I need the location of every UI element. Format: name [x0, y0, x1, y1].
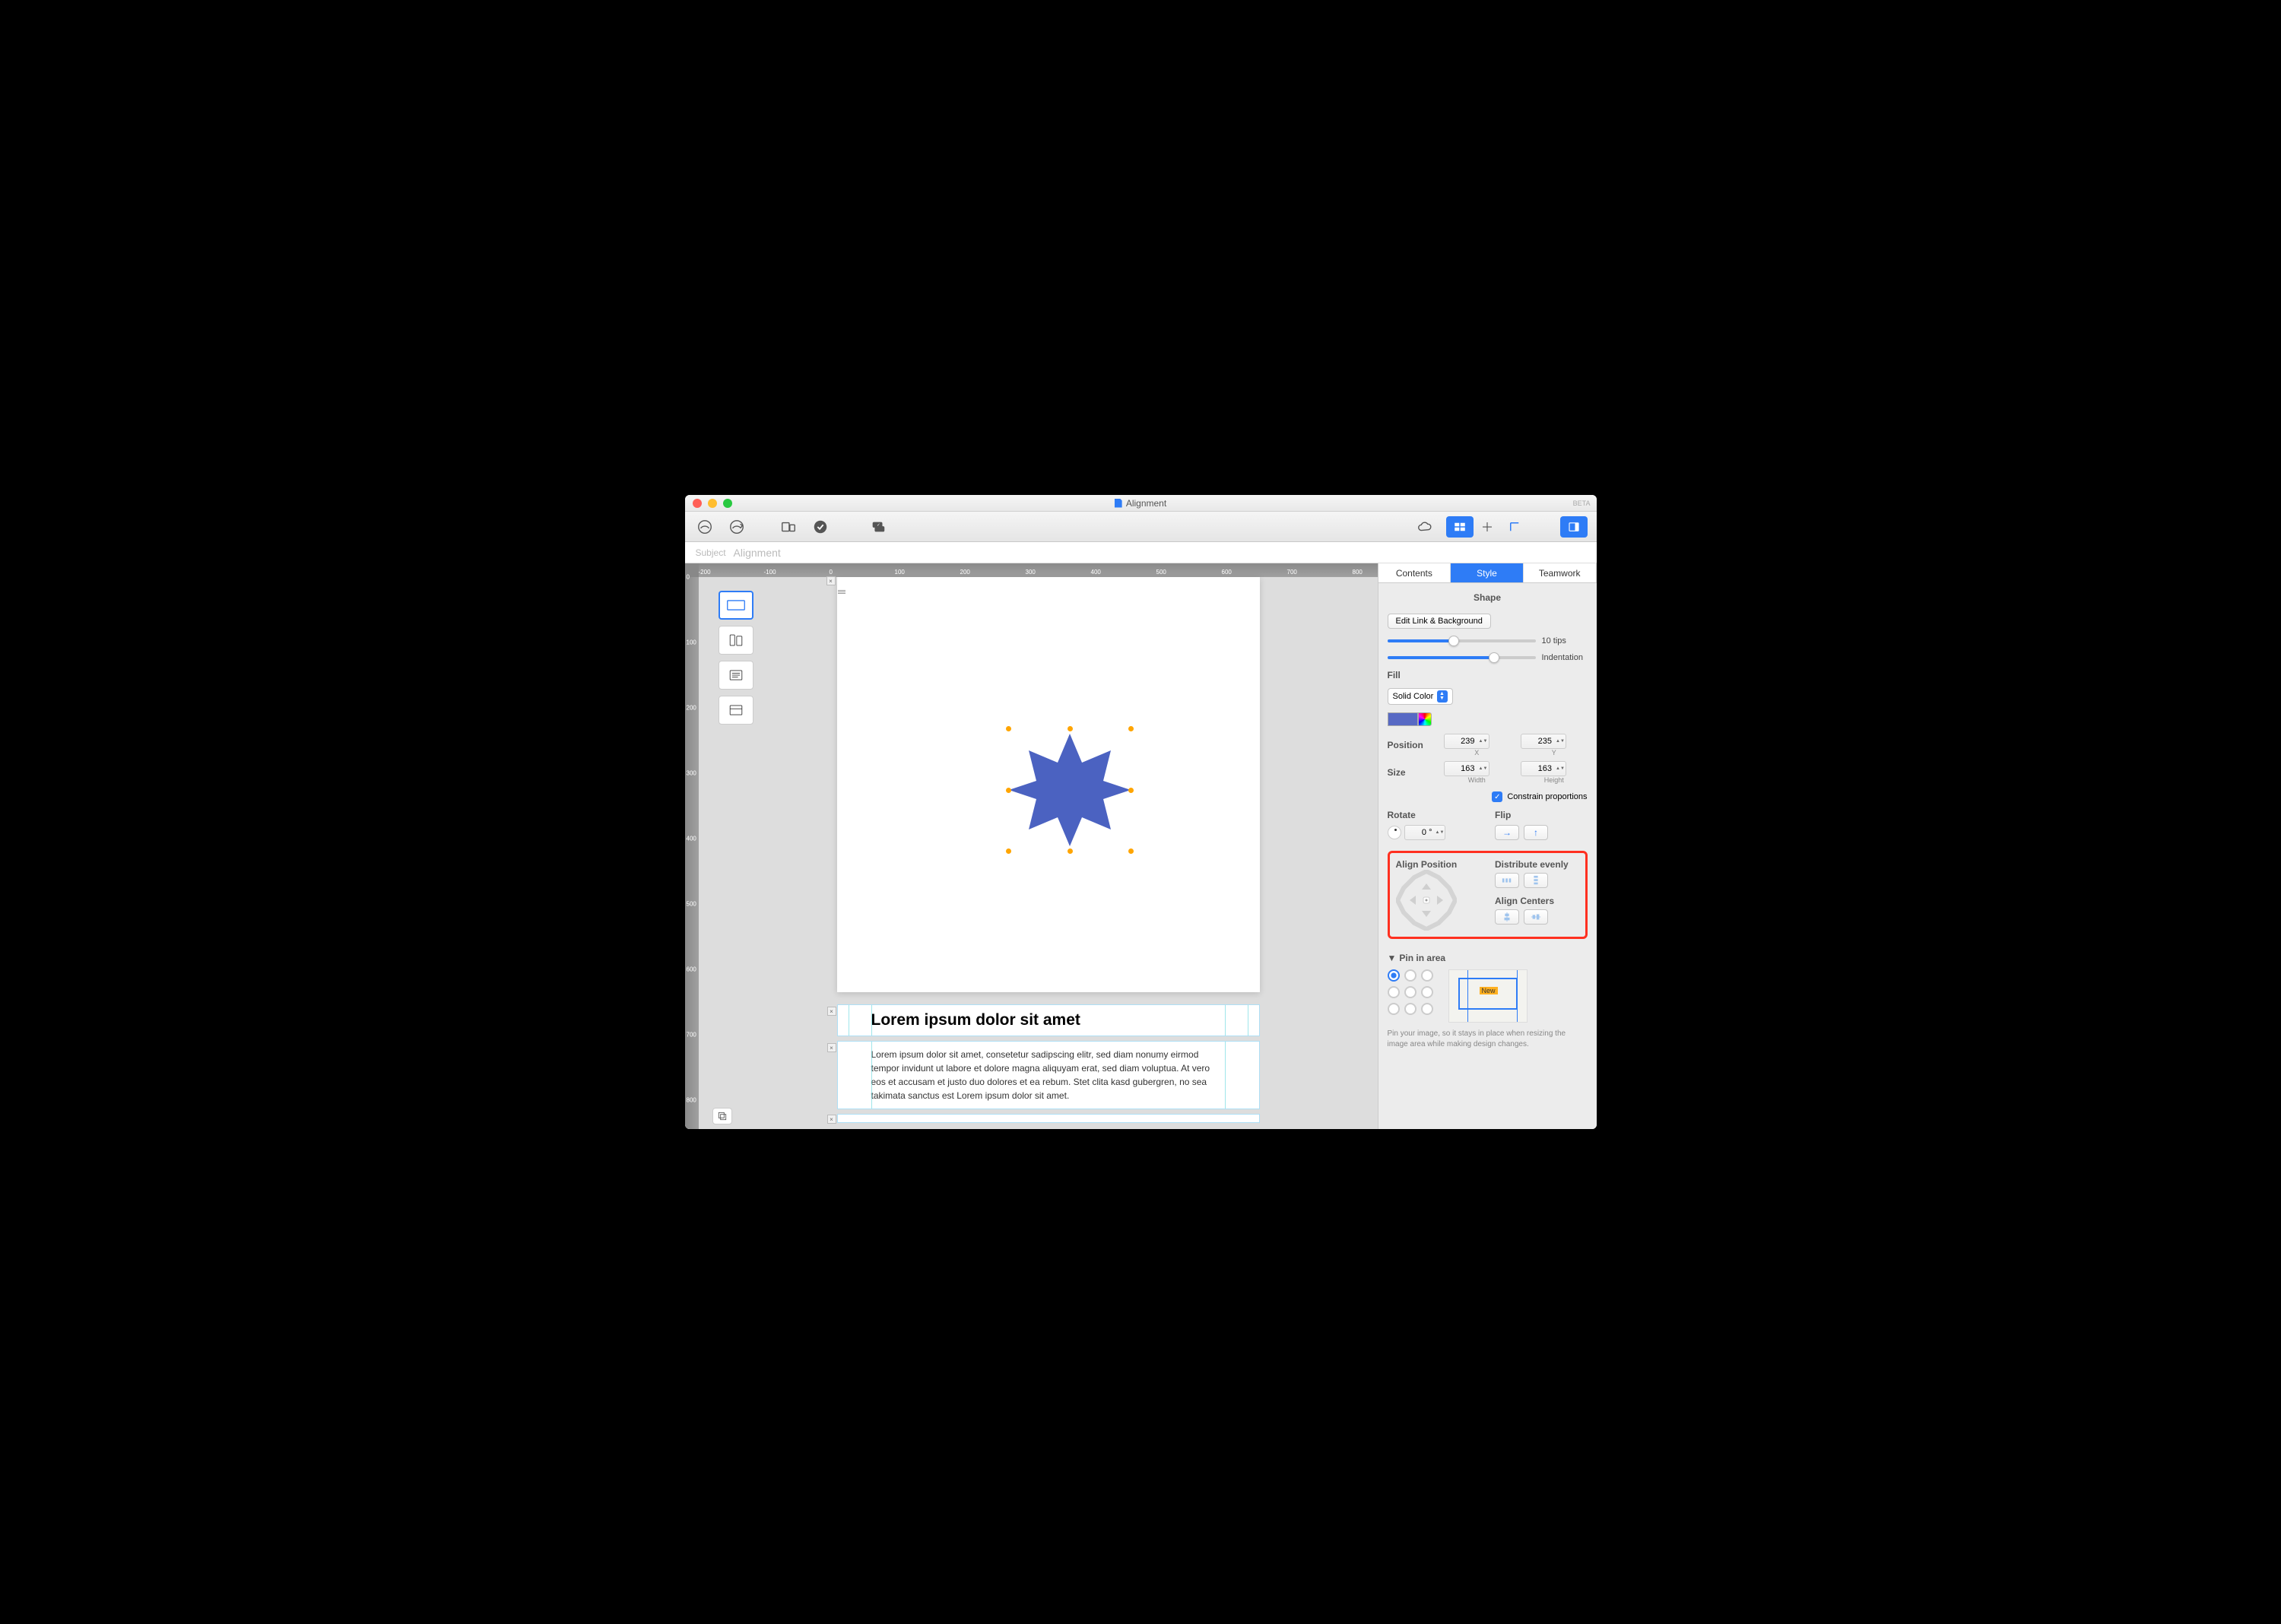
rotate-label: Rotate	[1388, 810, 1480, 820]
fill-color-swatch[interactable]	[1388, 712, 1418, 726]
ruler-vertical[interactable]: 0100200300400500600700800	[685, 577, 699, 1129]
pin-anchor-grid[interactable]	[1388, 969, 1435, 1017]
cloud-button[interactable]	[1414, 516, 1436, 538]
beta-badge: BETA	[1573, 500, 1591, 507]
artboard-close[interactable]: ×	[826, 576, 836, 585]
preview-button[interactable]	[694, 516, 715, 538]
layers-button[interactable]	[712, 1108, 732, 1124]
indentation-slider[interactable]	[1388, 656, 1536, 659]
block-close[interactable]: ×	[827, 1115, 836, 1124]
toolbar: ✓	[685, 512, 1597, 542]
window-title: Alignment	[1126, 498, 1166, 509]
devices-button[interactable]	[778, 516, 799, 538]
zoom-window[interactable]	[723, 499, 732, 508]
app-window: Alignment BETA ✓ Subject Alignment -200-…	[685, 495, 1597, 1129]
align-position-wheel[interactable]	[1396, 870, 1457, 931]
fill-label: Fill	[1388, 670, 1588, 680]
tips-label: 10 tips	[1542, 636, 1588, 645]
pin-preview: New	[1448, 969, 1528, 1023]
heading-block[interactable]: × Lorem ipsum dolor sit amet	[837, 1004, 1260, 1036]
chevron-down-icon: ▼	[1388, 953, 1397, 963]
send-button[interactable]	[726, 516, 747, 538]
comments-button[interactable]: ✓	[868, 516, 889, 538]
inspector-panel: Contents Style Teamwork Shape Edit Link …	[1378, 563, 1597, 1129]
position-x-input[interactable]: ▲▼	[1444, 734, 1489, 749]
approve-button[interactable]	[810, 516, 831, 538]
svg-text:✓: ✓	[877, 523, 880, 528]
panel-toggle[interactable]	[1560, 516, 1588, 538]
pin-disclosure[interactable]: ▼Pin in area	[1388, 953, 1588, 963]
position-y-input[interactable]: ▲▼	[1521, 734, 1566, 749]
size-width-input[interactable]: ▲▼	[1444, 761, 1489, 776]
align-center-horizontal-button[interactable]	[1524, 909, 1548, 925]
close-window[interactable]	[693, 499, 702, 508]
constrain-label: Constrain proportions	[1507, 792, 1587, 801]
artboard-list	[719, 591, 753, 725]
pin-help-text: Pin your image, so it stays in place whe…	[1388, 1029, 1588, 1050]
position-label: Position	[1388, 740, 1433, 750]
align-section-highlight: Align Position	[1388, 851, 1588, 939]
inspector-style-toggle[interactable]	[1446, 516, 1474, 538]
empty-block[interactable]: ×	[837, 1114, 1260, 1123]
minimize-window[interactable]	[708, 499, 717, 508]
rotate-dial[interactable]	[1388, 826, 1401, 839]
block-close[interactable]: ×	[827, 1043, 836, 1052]
size-label: Size	[1388, 767, 1433, 778]
edit-link-button[interactable]: Edit Link & Background	[1388, 614, 1491, 629]
rotate-input[interactable]: ▲▼	[1404, 825, 1445, 840]
color-picker-button[interactable]	[1418, 712, 1432, 726]
heading-text[interactable]: Lorem ipsum dolor sit amet	[861, 1005, 1259, 1036]
tab-style[interactable]: Style	[1451, 563, 1524, 582]
artboard-browser[interactable]	[719, 696, 753, 725]
canvas-area[interactable]: -200-1000100200300400500600700800 010020…	[685, 563, 1378, 1129]
inspector-guide-toggle[interactable]	[1501, 516, 1528, 538]
subject-value[interactable]: Alignment	[734, 547, 781, 559]
artboard-desktop[interactable]	[719, 591, 753, 620]
document-icon	[1115, 499, 1122, 508]
tab-contents[interactable]: Contents	[1378, 563, 1451, 582]
subject-bar: Subject Alignment	[685, 542, 1597, 563]
fill-type-select[interactable]: Solid Color▲▼	[1388, 688, 1453, 705]
artboard-text[interactable]	[719, 661, 753, 690]
tab-teamwork[interactable]: Teamwork	[1524, 563, 1597, 582]
size-height-input[interactable]: ▲▼	[1521, 761, 1566, 776]
artboard-mobile[interactable]	[719, 626, 753, 655]
distribute-vertical-button[interactable]	[1524, 873, 1548, 888]
artboard[interactable]: ×	[837, 577, 1260, 992]
align-position-label: Align Position	[1396, 859, 1480, 870]
titlebar: Alignment BETA	[685, 495, 1597, 512]
pin-top-left[interactable]	[1388, 969, 1400, 982]
selected-star-shape[interactable]	[1009, 729, 1131, 851]
indentation-label: Indentation	[1542, 653, 1588, 662]
block-close[interactable]: ×	[827, 1007, 836, 1016]
subject-label: Subject	[696, 547, 726, 558]
flip-vertical-button[interactable]: ↑	[1524, 825, 1548, 840]
flip-label: Flip	[1495, 810, 1588, 820]
distribute-label: Distribute evenly	[1495, 859, 1579, 870]
distribute-horizontal-button[interactable]	[1495, 873, 1519, 888]
align-center-vertical-button[interactable]	[1495, 909, 1519, 925]
shape-header: Shape	[1388, 589, 1588, 606]
constrain-checkbox[interactable]: ✓	[1492, 791, 1502, 802]
flip-horizontal-button[interactable]: →	[1495, 825, 1519, 840]
body-text[interactable]: Lorem ipsum dolor sit amet, consetetur s…	[861, 1042, 1236, 1109]
new-badge: New	[1480, 987, 1498, 994]
tips-slider[interactable]	[1388, 639, 1536, 642]
body-block[interactable]: × Lorem ipsum dolor sit amet, consetetur…	[837, 1041, 1260, 1109]
inspector-arrange-toggle[interactable]	[1474, 516, 1501, 538]
align-centers-label: Align Centers	[1495, 896, 1579, 906]
ruler-horizontal[interactable]: -200-1000100200300400500600700800	[699, 563, 1378, 577]
drag-handle-icon[interactable]	[836, 588, 847, 595]
